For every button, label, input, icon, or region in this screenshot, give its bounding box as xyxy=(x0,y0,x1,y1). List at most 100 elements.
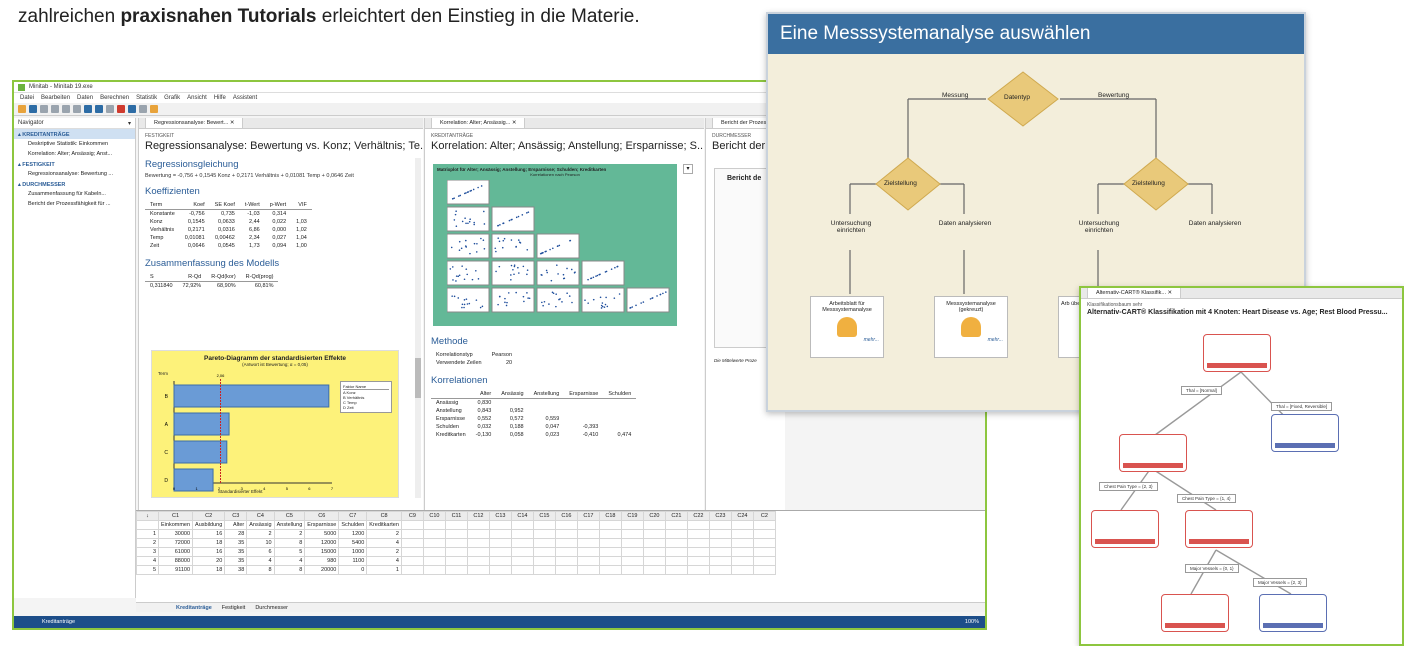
find-icon[interactable] xyxy=(106,105,114,113)
column-header[interactable]: C10 xyxy=(422,511,446,521)
grid-cell[interactable]: 35 xyxy=(224,556,248,566)
column-header[interactable]: C2 xyxy=(752,511,776,521)
column-header[interactable]: C8 xyxy=(366,511,402,521)
grid-cell[interactable] xyxy=(620,565,644,575)
column-name[interactable] xyxy=(708,520,732,530)
grid-cell[interactable] xyxy=(510,556,534,566)
grid-cell[interactable] xyxy=(730,529,754,539)
grid-cell[interactable]: 18 xyxy=(192,565,226,575)
tree-node[interactable] xyxy=(1119,434,1187,472)
column-name[interactable]: Schulden xyxy=(338,520,368,530)
print-icon[interactable] xyxy=(40,105,48,113)
grid-cell[interactable] xyxy=(642,529,666,539)
save-icon[interactable] xyxy=(29,105,37,113)
sheet-tab[interactable]: Durchmesser xyxy=(255,605,288,611)
column-name[interactable] xyxy=(642,520,666,530)
grid-cell[interactable] xyxy=(752,538,776,548)
column-header[interactable]: C16 xyxy=(554,511,578,521)
column-name[interactable] xyxy=(510,520,534,530)
column-name[interactable] xyxy=(598,520,622,530)
grid-cell[interactable] xyxy=(576,547,600,557)
column-header[interactable]: C22 xyxy=(686,511,710,521)
grid-cell[interactable] xyxy=(554,556,578,566)
menu-item[interactable]: Berechnen xyxy=(100,95,129,101)
nav-item[interactable]: Korrelation: Alter; Ansässig; Anst... xyxy=(14,149,135,159)
column-header[interactable]: C7 xyxy=(338,511,368,521)
grid-cell[interactable] xyxy=(664,538,688,548)
grid-cell[interactable]: 10 xyxy=(246,538,275,548)
column-name[interactable] xyxy=(576,520,600,530)
grid-cell[interactable]: 16 xyxy=(192,529,226,539)
more-link[interactable]: mehr... xyxy=(811,337,883,343)
cancel-icon[interactable] xyxy=(117,105,125,113)
menu-item[interactable]: Ansicht xyxy=(187,95,207,101)
grid-cell[interactable] xyxy=(642,556,666,566)
tree-node-root[interactable] xyxy=(1203,334,1271,372)
grid-cell[interactable] xyxy=(686,556,710,566)
redo-icon[interactable] xyxy=(95,105,103,113)
grid-cell[interactable]: 5 xyxy=(273,547,306,557)
grid-cell[interactable] xyxy=(576,565,600,575)
grid-cell[interactable] xyxy=(730,565,754,575)
grid-cell[interactable]: 16 xyxy=(192,547,226,557)
column-header[interactable]: C4 xyxy=(246,511,275,521)
grid-cell[interactable]: 1100 xyxy=(338,556,368,566)
grid-cell[interactable] xyxy=(422,565,446,575)
grid-cell[interactable] xyxy=(422,529,446,539)
grid-cell[interactable] xyxy=(444,565,468,575)
tab-correlation[interactable]: Korrelation: Alter; Ansässig... ✕ xyxy=(431,118,526,128)
grid-cell[interactable] xyxy=(686,565,710,575)
grid-cell[interactable] xyxy=(554,547,578,557)
grid-cell[interactable]: 88000 xyxy=(157,556,194,566)
grid-cell[interactable] xyxy=(576,556,600,566)
tree-node[interactable] xyxy=(1271,414,1339,452)
grid-cell[interactable] xyxy=(532,538,556,548)
grid-cell[interactable] xyxy=(510,547,534,557)
grid-cell[interactable] xyxy=(510,529,534,539)
column-name[interactable] xyxy=(554,520,578,530)
column-name[interactable] xyxy=(730,520,754,530)
grid-cell[interactable] xyxy=(730,556,754,566)
column-header[interactable]: C3 xyxy=(224,511,248,521)
grid-cell[interactable] xyxy=(422,538,446,548)
column-header[interactable]: C20 xyxy=(642,511,666,521)
tab-regression[interactable]: Regressionsanalyse: Bewert... ✕ xyxy=(145,118,244,128)
grid-cell[interactable] xyxy=(400,538,424,548)
menu-item[interactable]: Daten xyxy=(77,95,93,101)
grid-cell[interactable]: 15000 xyxy=(304,547,340,557)
tree-node[interactable] xyxy=(1185,510,1253,548)
grid-cell[interactable]: 8 xyxy=(273,538,306,548)
column-header[interactable]: C12 xyxy=(466,511,490,521)
grid-cell[interactable] xyxy=(488,556,512,566)
column-name[interactable]: Kreditkarten xyxy=(366,520,402,530)
copy-icon[interactable] xyxy=(62,105,70,113)
scrollbar[interactable] xyxy=(415,158,421,498)
grid-cell[interactable]: 1000 xyxy=(338,547,368,557)
grid-cell[interactable]: 2 xyxy=(366,547,402,557)
menu-item[interactable]: Grafik xyxy=(164,95,180,101)
grid-cell[interactable]: 1200 xyxy=(338,529,368,539)
column-name[interactable] xyxy=(488,520,512,530)
sheet-tab[interactable]: Festigkeit xyxy=(222,605,246,611)
column-header[interactable]: C2 xyxy=(192,511,226,521)
column-name[interactable] xyxy=(444,520,468,530)
grid-cell[interactable] xyxy=(752,547,776,557)
grid-cell[interactable] xyxy=(400,556,424,566)
grid-cell[interactable] xyxy=(686,547,710,557)
column-name[interactable]: Alter xyxy=(224,520,248,530)
grid-cell[interactable]: 6 xyxy=(246,547,275,557)
card-msa-crossed[interactable]: Messsystemanalyse (gekreuzt) mehr... xyxy=(934,296,1008,358)
grid-cell[interactable]: 35 xyxy=(224,538,248,548)
grid-cell[interactable] xyxy=(554,565,578,575)
grid-cell[interactable] xyxy=(488,565,512,575)
column-name[interactable]: Ersparnisse xyxy=(304,520,340,530)
grid-cell[interactable]: 12000 xyxy=(304,538,340,548)
cut-icon[interactable] xyxy=(51,105,59,113)
grid-cell[interactable]: 4 xyxy=(366,556,402,566)
grid-cell[interactable] xyxy=(664,547,688,557)
grid-cell[interactable] xyxy=(642,547,666,557)
grid-cell[interactable] xyxy=(532,556,556,566)
grid-cell[interactable] xyxy=(730,538,754,548)
column-header[interactable]: C19 xyxy=(620,511,644,521)
grid-cell[interactable]: 30000 xyxy=(157,529,194,539)
